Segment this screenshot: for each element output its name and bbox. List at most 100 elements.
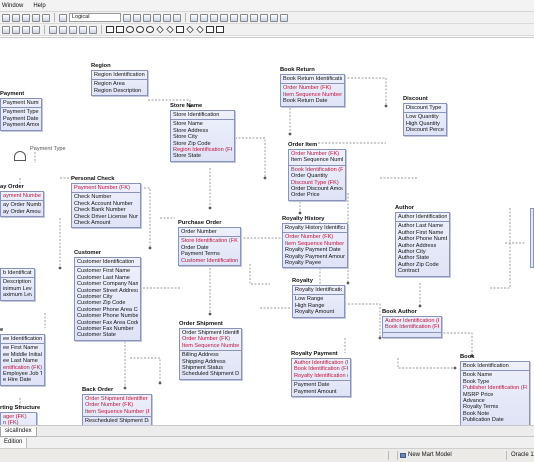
parallelogram-shape-icon[interactable] [176,26,184,33]
italic-icon[interactable] [59,25,67,34]
rounded-rectangle-icon[interactable] [116,26,124,33]
attribute[interactable]: Order Price [291,192,343,198]
entity-box[interactable]: Order Shipment Identifier (FK)Order Numb… [82,394,152,425]
arrow-shape-icon[interactable] [206,26,214,33]
key-attribute[interactable]: Payment Number [3,100,39,106]
entity-book-author[interactable]: Book Author Author Identification (FK)Boo… [382,308,442,338]
notation-select[interactable]: Logical [69,13,121,22]
rectangle-shape-icon[interactable] [106,26,114,33]
key-attribute[interactable]: Royalty Identification (FK) [294,373,348,379]
view-icon[interactable] [220,13,228,22]
entity-box[interactable]: Book Identification Book Name Book Type Pub… [460,361,530,425]
attribute[interactable]: Check Driver License Number [74,214,138,220]
entity-order-item[interactable]: Order Item Order Number (FK) Item Sequence… [288,141,346,201]
text-icon[interactable] [230,13,238,22]
key-attribute[interactable]: Order Number [181,229,238,235]
fill-color-icon[interactable] [22,25,30,34]
attribute[interactable]: Scheduled Shipment Date [182,371,239,377]
pencil-icon[interactable] [2,25,10,34]
attribute[interactable]: Check Amount [74,220,138,226]
grid-icon[interactable] [133,13,141,22]
entity-box[interactable]: Order Shipment Identifier Order Number (F… [179,328,242,380]
attribute[interactable]: aximum Level [3,292,32,298]
entity-left-mid[interactable]: b Identification Descriptioninimum Levela… [0,260,35,301]
attribute[interactable]: Contract [398,268,447,274]
attribute[interactable]: Description [3,279,32,285]
entity-royalty-history[interactable]: Royalty History Royalty History Identific… [282,215,348,269]
key-attribute[interactable]: Royalty History Identification [285,225,345,231]
ellipse-shape-icon[interactable] [126,26,134,33]
key-attribute[interactable]: Item Sequence Number [291,157,343,163]
attribute[interactable]: ee Last Name [3,358,42,364]
entity-box[interactable]: Author Identification (FK)Book Identific… [291,358,351,397]
menu-help[interactable]: Help [31,3,47,9]
layout-icon[interactable] [143,13,151,22]
entity-purchase-order[interactable]: Purchase Order Order Number Store Identifi… [178,219,241,266]
entity-discount[interactable]: Discount Discount Type Low Quantity High Qu… [403,95,447,136]
attribute[interactable]: Royalty Payment Amount [285,254,345,260]
triangle-shape-icon[interactable] [156,25,164,34]
entity-region[interactable]: Region Region Identification Region Area Re… [91,62,148,97]
key-attribute[interactable]: Book Identification (FK) [294,366,348,372]
attribute[interactable]: e Hire Date [3,377,42,383]
attribute[interactable]: Author Last Name [398,223,447,229]
entity-box[interactable]: Payment Number (FK) Check Number Check Acc… [71,183,141,229]
table-icon[interactable] [123,13,131,22]
entity-order-shipment[interactable]: Order Shipment Order Shipment Identifier O… [179,320,242,380]
key-attribute[interactable]: Book Return Identification [283,76,342,82]
attribute[interactable]: Payment Amount [294,389,348,395]
attribute[interactable]: Publication Date [463,417,527,423]
relationship-icon[interactable] [200,13,208,22]
attribute[interactable]: Publisher Identification (FK) [463,385,527,391]
attribute[interactable]: Customer Company Name [77,281,138,287]
menu-window[interactable]: Window [0,3,25,9]
entity-royalty-payment[interactable]: Royalty Payment Author Identification (FK… [291,350,351,397]
attribute[interactable]: Royalty Payment Date [285,247,345,253]
subtype-icon[interactable] [210,13,218,22]
align-icon[interactable] [153,13,161,22]
filter-icon[interactable] [240,13,248,22]
attribute[interactable]: Rescheduled Shipment Date [85,418,149,424]
attribute[interactable]: Customer Fax Area Code [77,320,138,326]
attribute[interactable]: Customer State [77,332,138,338]
attribute[interactable]: Discount Type (FK) [291,180,343,186]
entity-box[interactable]: Payment Number Payment TypePayment DatePa… [0,98,42,131]
entity-reporting-structure[interactable]: rting Structure ager (FK) n (FK) [0,404,40,425]
key-attribute[interactable]: Discount Type [406,105,444,111]
attribute[interactable]: Discount Percent [406,127,444,133]
entity-box[interactable]: Author Identification (FK)Book Identific… [382,316,442,338]
key-attribute[interactable]: Store Identification [173,112,232,118]
entity-book[interactable]: Book Book Identification Book Name Book Typ… [460,353,530,425]
entity-book-return[interactable]: Book Return Book Return Identification Ord… [280,66,345,107]
entity-store-name[interactable]: Store Name Store Identification Store Name… [170,102,235,162]
entity-box[interactable]: Order Number Store Identification (FK) Ord… [178,227,241,266]
entity-way-order[interactable]: ay Order ayment Number (FK) ay Order Numbe… [0,183,44,218]
attribute[interactable]: Payment Type [3,109,39,115]
entity-royalty[interactable]: Royalty Royalty Identification Low Range Hi… [292,277,345,318]
zoom-out-icon[interactable] [173,13,181,22]
entity-box[interactable]: Author Identification Author Last Name Aut… [395,212,450,277]
key-attribute[interactable]: Item Sequence Number (FK) [85,409,149,415]
lock-icon[interactable] [89,25,97,34]
attribute[interactable]: Book Return Date [283,98,342,104]
octagon-shape-icon[interactable] [146,26,154,33]
font-color-icon[interactable] [32,25,40,34]
entity-back-order[interactable]: Back Order Order Shipment Identifier (FK)… [82,386,152,425]
attribute[interactable]: Customer Phone Number [77,313,138,319]
tab-edition[interactable]: Edition [0,438,28,448]
redo-icon[interactable] [12,13,20,22]
entity-box[interactable]: Royalty History Identification Order Numb… [282,223,348,269]
attribute[interactable]: ee First Name [3,345,42,351]
entity-box[interactable]: Store Identification Store Name Store Addr… [170,110,235,162]
entity-icon[interactable] [190,13,198,22]
entity-box[interactable]: Customer Identification Customer First Na… [74,257,141,341]
attribute[interactable]: Royalty Payee [285,260,345,266]
entity-box[interactable]: ee Identification ee First Name ee Middle … [0,334,45,386]
attribute[interactable]: ay Order Amount [3,209,41,215]
diamond-shape-icon[interactable] [166,25,174,34]
attribute[interactable]: Customer Identification (FK) [181,258,238,264]
entity-payment[interactable]: PaymentPayment NumberPayment TypePayment… [0,90,42,131]
attribute[interactable]: Store State [173,153,232,159]
key-attribute[interactable]: Author Identification [398,214,447,220]
entity-customer[interactable]: Customer Customer Identification Customer … [74,249,141,341]
